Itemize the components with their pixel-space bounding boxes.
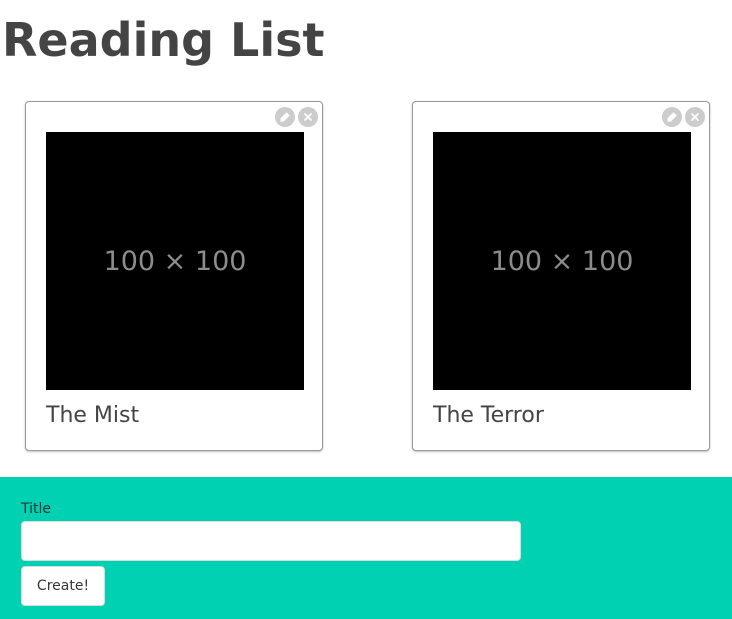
edit-button[interactable] (275, 107, 295, 127)
delete-button[interactable] (298, 107, 318, 127)
book-cover-image: 100 × 100 (433, 132, 691, 390)
book-card: 100 × 100 The Terror (412, 101, 710, 451)
close-icon (304, 113, 312, 121)
card-actions (275, 107, 318, 127)
book-title: The Terror (433, 403, 544, 428)
edit-button[interactable] (662, 107, 682, 127)
create-button[interactable]: Create! (21, 566, 105, 606)
title-field-label: Title (21, 501, 52, 517)
page-title: Reading List (2, 13, 325, 67)
book-cover-image: 100 × 100 (46, 132, 304, 390)
delete-button[interactable] (685, 107, 705, 127)
book-card: 100 × 100 The Mist (25, 101, 323, 451)
cover-placeholder-text: 100 × 100 (490, 245, 634, 277)
new-book-form: Title Create! (0, 477, 732, 619)
close-icon (691, 113, 699, 121)
book-title: The Mist (46, 403, 140, 428)
title-input[interactable] (21, 521, 521, 561)
pencil-icon (280, 112, 290, 122)
pencil-icon (667, 112, 677, 122)
card-actions (662, 107, 705, 127)
cover-placeholder-text: 100 × 100 (103, 245, 247, 277)
